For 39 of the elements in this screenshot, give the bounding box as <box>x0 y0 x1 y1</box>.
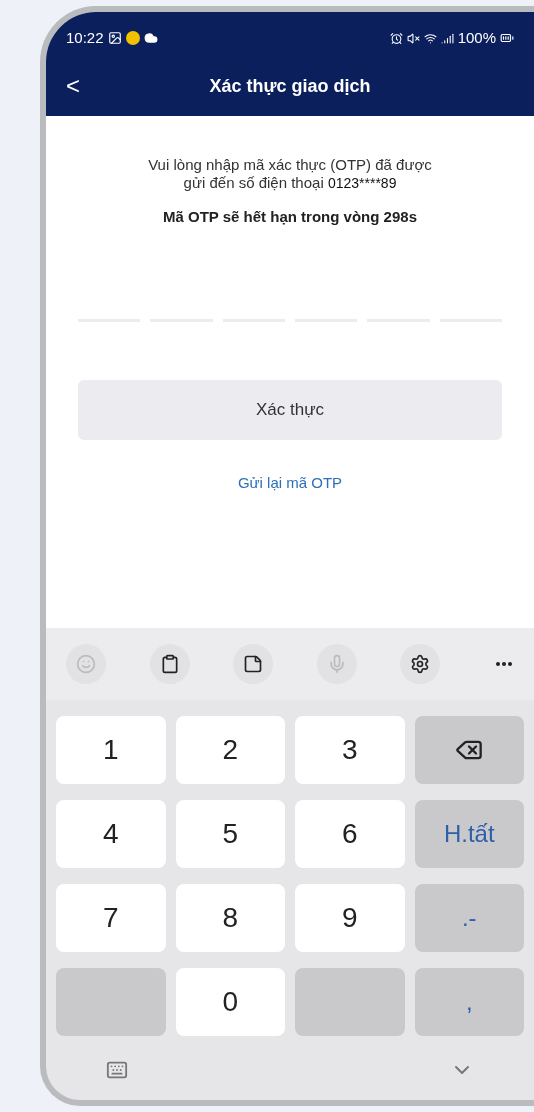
notes-button[interactable] <box>233 644 274 684</box>
blank-key[interactable] <box>56 968 166 1036</box>
battery-percent: 100% <box>457 27 496 48</box>
digit-key[interactable]: 1 <box>56 716 166 784</box>
digit-key[interactable]: 7 <box>56 884 166 952</box>
digit-key[interactable]: 0 <box>175 968 285 1036</box>
function-key[interactable]: H.tất <box>414 800 524 868</box>
battery-icon <box>500 31 514 45</box>
status-time: 10:22 <box>66 27 104 48</box>
signal-icon <box>440 31 454 45</box>
digit-key[interactable]: 2 <box>175 716 285 784</box>
digit-key[interactable]: 4 <box>56 800 166 868</box>
expiry-notice: Mã OTP sẽ hết hạn trong vòng 298s <box>163 207 417 227</box>
blank-key[interactable] <box>295 968 405 1036</box>
emoji-icon <box>76 654 96 674</box>
wifi-icon <box>423 31 437 45</box>
back-button[interactable]: < <box>66 68 80 104</box>
clipboard-button[interactable] <box>149 644 190 684</box>
digit-key[interactable]: 5 <box>175 800 285 868</box>
notes-icon <box>243 654 264 674</box>
function-key[interactable]: .- <box>414 884 524 952</box>
digit-key[interactable]: 8 <box>175 884 285 952</box>
alarm-icon <box>389 31 403 45</box>
digit-key[interactable]: 6 <box>295 800 405 868</box>
resend-otp-link[interactable]: Gửi lại mã OTP <box>237 471 343 494</box>
digit-key[interactable]: 3 <box>295 716 405 784</box>
settings-icon <box>410 654 431 674</box>
settings-button[interactable] <box>400 644 441 684</box>
keyboard-icon[interactable] <box>106 1059 128 1081</box>
otp-instruction: Vui lòng nhập mã xác thực (OTP) đã được gửi đến số điện thoại 0123****89 <box>147 156 433 192</box>
app-notification-icon <box>125 31 140 45</box>
more-icon <box>495 662 512 666</box>
function-key[interactable]: , <box>414 968 524 1036</box>
page-title: Xác thực giao dịch <box>209 74 371 98</box>
image-icon <box>107 31 122 45</box>
digit-key[interactable]: 9 <box>295 884 405 952</box>
cloud-icon <box>143 31 158 45</box>
mute-icon <box>406 31 420 45</box>
backspace-key[interactable] <box>414 716 524 784</box>
